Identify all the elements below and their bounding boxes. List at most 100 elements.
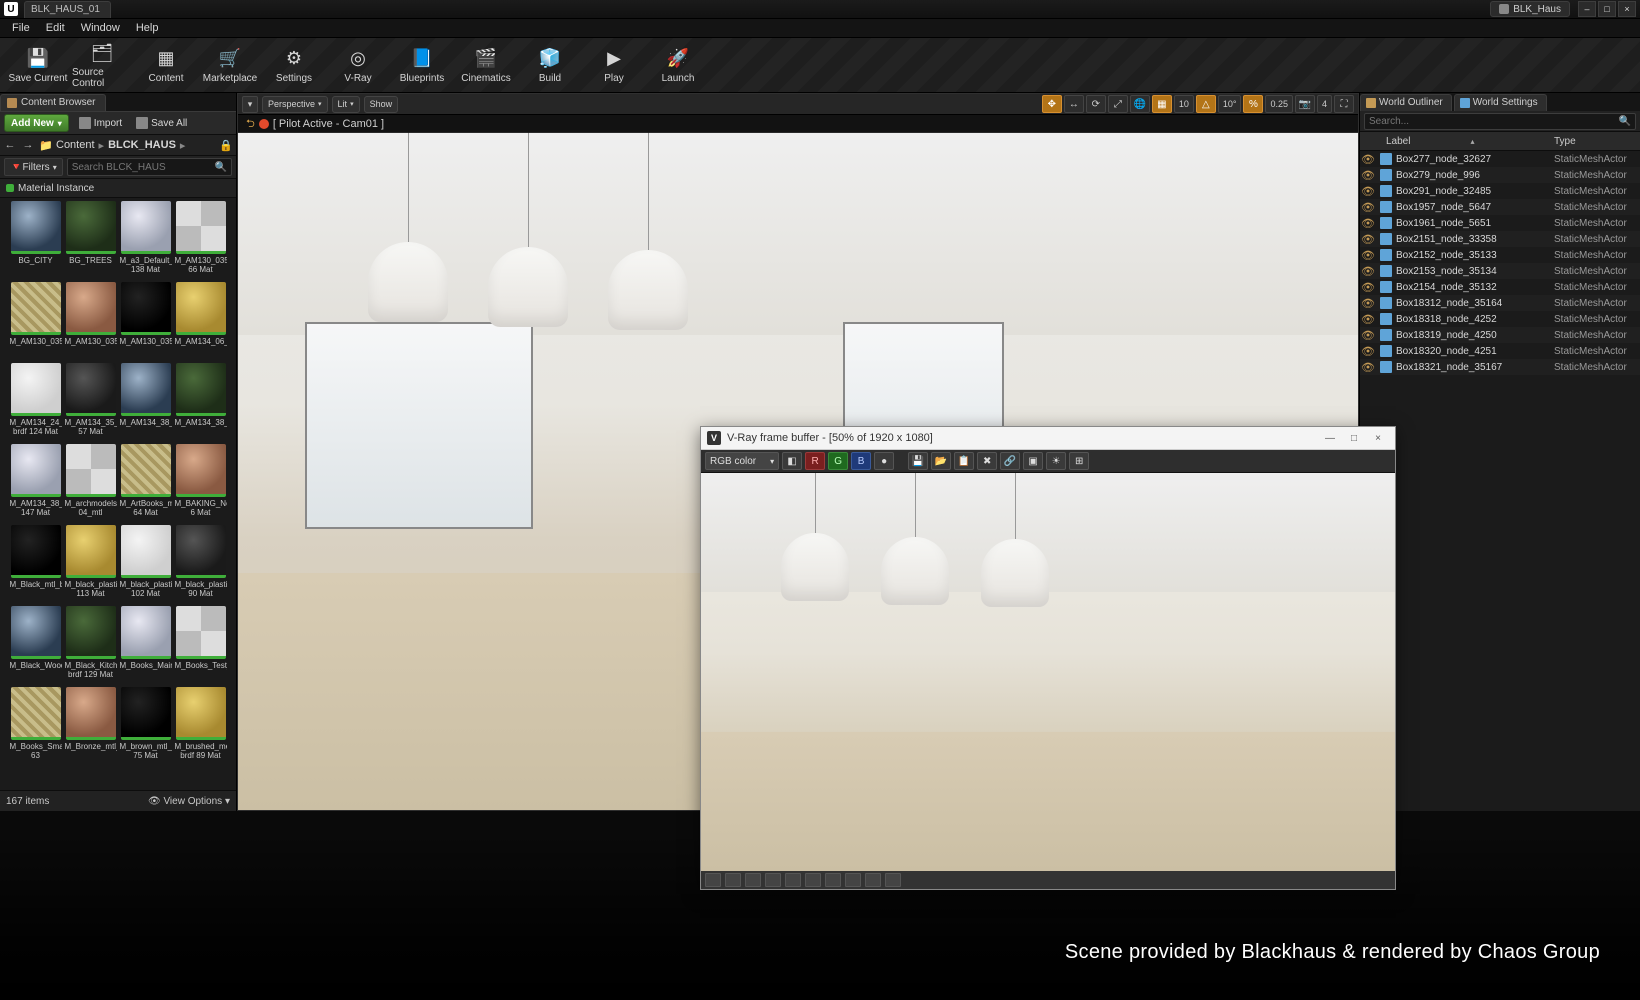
- asset-item[interactable]: M_brown_mtl_brdf 75 Mat: [120, 687, 172, 765]
- add-new-button[interactable]: Add New: [4, 114, 69, 132]
- project-badge[interactable]: BLK_Haus: [1490, 1, 1570, 17]
- asset-item[interactable]: M_Books_Main_Shelf_mtl: [120, 606, 172, 684]
- outliner-search-input[interactable]: Search...🔍: [1364, 113, 1636, 130]
- transform-move-icon[interactable]: ↔: [1064, 95, 1084, 113]
- asset-item[interactable]: BG_CITY: [10, 201, 62, 279]
- asset-item[interactable]: M_AM134_38_bottle_glass_white_mtl: [175, 363, 227, 441]
- visibility-icon[interactable]: 👁: [1360, 345, 1376, 358]
- vfb-pixel-icon[interactable]: ⊞: [1069, 452, 1089, 470]
- vfb-g-button[interactable]: G: [828, 452, 848, 470]
- outliner-row[interactable]: 👁Box2151_node_33358StaticMeshActor: [1360, 231, 1640, 247]
- asset-item[interactable]: M_Black_mtl_brdf_45_Mat: [10, 525, 62, 603]
- vfb-titlebar[interactable]: V V-Ray frame buffer - [50% of 1920 x 10…: [701, 427, 1395, 450]
- vfb-r-button[interactable]: R: [805, 452, 825, 470]
- import-button[interactable]: Import: [75, 117, 126, 129]
- asset-item[interactable]: M_black_plastic_mtl_brdf 113 Mat: [65, 525, 117, 603]
- vfb-status-icon[interactable]: [745, 873, 761, 887]
- close-button[interactable]: ×: [1618, 1, 1636, 17]
- camera-speed-value[interactable]: 4: [1317, 95, 1332, 113]
- asset-item[interactable]: M_Black_Wood_mtl_brdf_14_Mat: [10, 606, 62, 684]
- filters-button[interactable]: 🔻 Filters: [4, 158, 63, 176]
- nav-fwd-button[interactable]: →: [20, 137, 36, 153]
- launch-button[interactable]: 🚀Launch: [648, 41, 708, 89]
- viewport-perspective-button[interactable]: Perspective: [262, 96, 328, 113]
- outliner-row[interactable]: 👁Box2153_node_35134StaticMeshActor: [1360, 263, 1640, 279]
- outliner-row[interactable]: 👁Box1961_node_5651StaticMeshActor: [1360, 215, 1640, 231]
- vfb-status-icon[interactable]: [865, 873, 881, 887]
- vfb-save-icon[interactable]: 💾: [908, 452, 928, 470]
- vfb-status-icon[interactable]: [725, 873, 741, 887]
- vfb-status-icon[interactable]: [805, 873, 821, 887]
- vray-button[interactable]: ◎V-Ray: [328, 41, 388, 89]
- minimize-button[interactable]: –: [1578, 1, 1596, 17]
- vfb-status-icon[interactable]: [705, 873, 721, 887]
- viewport-show-button[interactable]: Show: [364, 96, 399, 113]
- content-button[interactable]: ▦Content: [136, 41, 196, 89]
- content-browser-tab[interactable]: Content Browser: [0, 94, 106, 111]
- maximize-button[interactable]: □: [1598, 1, 1616, 17]
- grid-snap-value[interactable]: 10: [1174, 95, 1194, 113]
- asset-item[interactable]: M_AM134_24_shoe_01_mtl brdf 124 Mat: [10, 363, 62, 441]
- asset-item[interactable]: M_Black_Kitchen_mtl brdf 129 Mat: [65, 606, 117, 684]
- vfb-close-button[interactable]: ×: [1367, 431, 1389, 445]
- visibility-icon[interactable]: 👁: [1360, 185, 1376, 198]
- viewport-menu-button[interactable]: ▾: [242, 96, 258, 113]
- outliner-row[interactable]: 👁Box1957_node_5647StaticMeshActor: [1360, 199, 1640, 215]
- vfb-status-icon[interactable]: [885, 873, 901, 887]
- asset-item[interactable]: M_BAKING_Normals_mtl_brdf 6 Mat: [175, 444, 227, 522]
- vfb-channel-select[interactable]: RGB color: [705, 452, 779, 470]
- vfb-b-button[interactable]: B: [851, 452, 871, 470]
- active-filter-chip[interactable]: Material Instance: [0, 179, 236, 198]
- outliner-col-type[interactable]: Type: [1554, 136, 1640, 147]
- nav-folder-icon[interactable]: 📁: [38, 137, 54, 153]
- visibility-icon[interactable]: 👁: [1360, 217, 1376, 230]
- asset-item[interactable]: M_ArtBooks_mtl_mtl_brdf 64 Mat: [120, 444, 172, 522]
- asset-item[interactable]: M_AM134_38_20_Defaultfps: [120, 363, 172, 441]
- angle-snap-value[interactable]: 10°: [1218, 95, 1242, 113]
- vfb-status-icon[interactable]: [765, 873, 781, 887]
- outliner-row[interactable]: 👁Box279_node_996StaticMeshActor: [1360, 167, 1640, 183]
- visibility-icon[interactable]: 👁: [1360, 313, 1376, 326]
- outliner-row[interactable]: 👁Box18318_node_4252StaticMeshActor: [1360, 311, 1640, 327]
- coord-space-icon[interactable]: 🌐: [1130, 95, 1150, 113]
- visibility-icon[interactable]: 👁: [1360, 329, 1376, 342]
- scale-snap-value[interactable]: 0.25: [1265, 95, 1293, 113]
- content-browser-search[interactable]: Search BLCK_HAUS🔍: [67, 158, 232, 176]
- outliner-row[interactable]: 👁Box2152_node_35133StaticMeshActor: [1360, 247, 1640, 263]
- asset-item[interactable]: M_archmodels52_005 04_mtl: [65, 444, 117, 522]
- asset-item[interactable]: M_AM130_035_003_mtl: [10, 282, 62, 360]
- outliner-row[interactable]: 👁Box18320_node_4251StaticMeshActor: [1360, 343, 1640, 359]
- menu-edit[interactable]: Edit: [38, 20, 73, 36]
- angle-snap-icon[interactable]: △: [1196, 95, 1216, 113]
- vfb-render-viewport[interactable]: [701, 473, 1395, 871]
- vfb-maximize-button[interactable]: □: [1343, 431, 1365, 445]
- menu-file[interactable]: File: [4, 20, 38, 36]
- vfb-status-icon[interactable]: [825, 873, 841, 887]
- vfb-copy-icon[interactable]: 📋: [954, 452, 974, 470]
- marketplace-button[interactable]: 🛒Marketplace: [200, 41, 260, 89]
- transform-rotate-icon[interactable]: ⟳: [1086, 95, 1106, 113]
- outliner-col-label[interactable]: Label: [1360, 136, 1554, 147]
- transform-scale-icon[interactable]: ⤢: [1108, 95, 1128, 113]
- visibility-icon[interactable]: 👁: [1360, 153, 1376, 166]
- nav-back-button[interactable]: ←: [2, 137, 18, 153]
- asset-item[interactable]: M_AM134_06_paper_bag_mtl_brdf_125: [175, 282, 227, 360]
- view-options-button[interactable]: 👁 View Options ▾: [148, 796, 230, 807]
- vray-frame-buffer-window[interactable]: V V-Ray frame buffer - [50% of 1920 x 10…: [700, 426, 1396, 890]
- source-control-button[interactable]: 🗂Source Control: [72, 41, 132, 89]
- asset-item[interactable]: M_AM130_035_007_mtl: [120, 282, 172, 360]
- asset-item[interactable]: M_AM130_035_005_mtl: [65, 282, 117, 360]
- asset-item[interactable]: M_brushed_metal_mtl brdf 89 Mat: [175, 687, 227, 765]
- asset-item[interactable]: M_Books_Small_Shelf_mtl_brdf 63: [10, 687, 62, 765]
- outliner-row[interactable]: 👁Box18321_node_35167StaticMeshActor: [1360, 359, 1640, 375]
- visibility-icon[interactable]: 👁: [1360, 297, 1376, 310]
- vfb-region-icon[interactable]: ▣: [1023, 452, 1043, 470]
- build-button[interactable]: 🧊Build: [520, 41, 580, 89]
- breadcrumb[interactable]: Content▸ BLCK_HAUS▸: [56, 139, 189, 152]
- pilot-eject-icon[interactable]: ⮌: [246, 115, 255, 134]
- visibility-icon[interactable]: 👁: [1360, 249, 1376, 262]
- world-settings-tab[interactable]: World Settings: [1454, 94, 1547, 111]
- outliner-row[interactable]: 👁Box18319_node_4250StaticMeshActor: [1360, 327, 1640, 343]
- asset-item[interactable]: M_Books_Test_mtl_brdf: [175, 606, 227, 684]
- asset-item[interactable]: M_Bronze_mtl_brdf_40_Mat: [65, 687, 117, 765]
